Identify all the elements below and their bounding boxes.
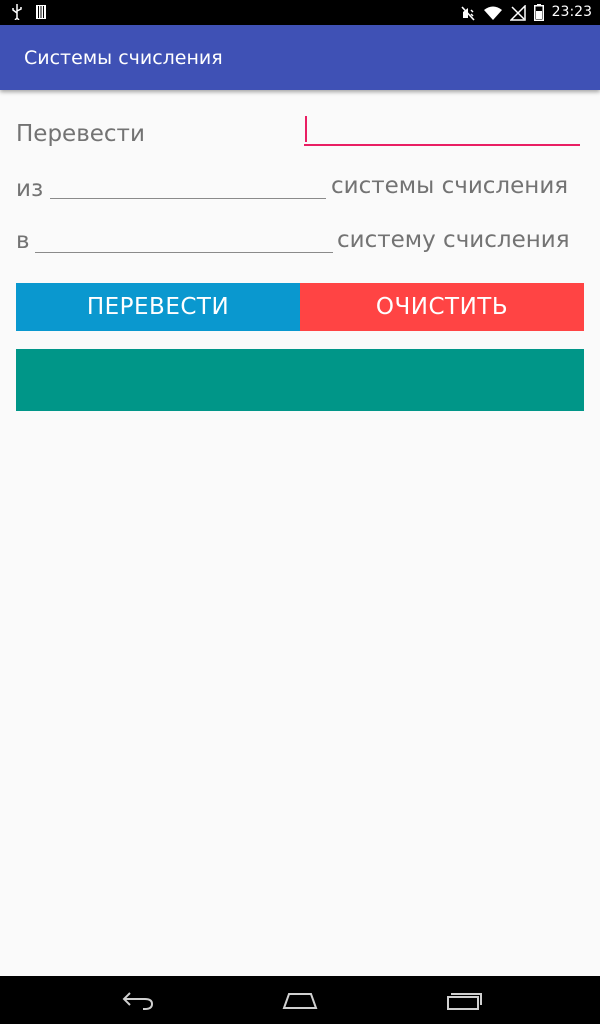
status-left-icons <box>12 4 46 20</box>
from-suffix-label: системы счисления <box>331 173 569 199</box>
from-base-underline <box>50 198 326 199</box>
to-base-input[interactable] <box>35 222 333 252</box>
wifi-icon <box>483 6 502 20</box>
home-icon <box>282 990 318 1010</box>
number-input[interactable] <box>306 115 580 145</box>
recents-icon <box>446 989 482 1011</box>
to-base-underline <box>35 252 333 253</box>
text-cursor <box>305 116 307 142</box>
home-button[interactable] <box>276 984 324 1016</box>
usb-icon <box>12 4 22 20</box>
app-title: Системы счисления <box>24 47 223 69</box>
convert-button[interactable]: ПЕРЕВЕСТИ <box>16 283 300 331</box>
status-right-icons: 23:23 <box>460 3 592 22</box>
convert-label: Перевести <box>16 121 145 147</box>
recents-button[interactable] <box>440 984 488 1016</box>
signal-off-icon <box>509 4 526 21</box>
status-time: 23:23 <box>551 4 592 20</box>
app-bar: Системы счисления <box>0 25 600 90</box>
result-panel <box>16 349 584 411</box>
from-base-input[interactable] <box>50 170 326 200</box>
battery-icon <box>533 4 544 21</box>
to-label: в <box>16 228 30 254</box>
status-bar: 23:23 <box>0 0 600 25</box>
back-icon <box>121 990 155 1010</box>
nav-bar <box>0 976 600 1024</box>
from-label: из <box>16 176 44 202</box>
mute-icon <box>460 5 476 21</box>
storage-icon <box>36 5 46 19</box>
to-suffix-label: систему счисления <box>337 227 570 253</box>
clear-button[interactable]: ОЧИСТИТЬ <box>300 283 584 331</box>
back-button[interactable] <box>114 984 162 1016</box>
number-input-underline <box>304 144 580 146</box>
